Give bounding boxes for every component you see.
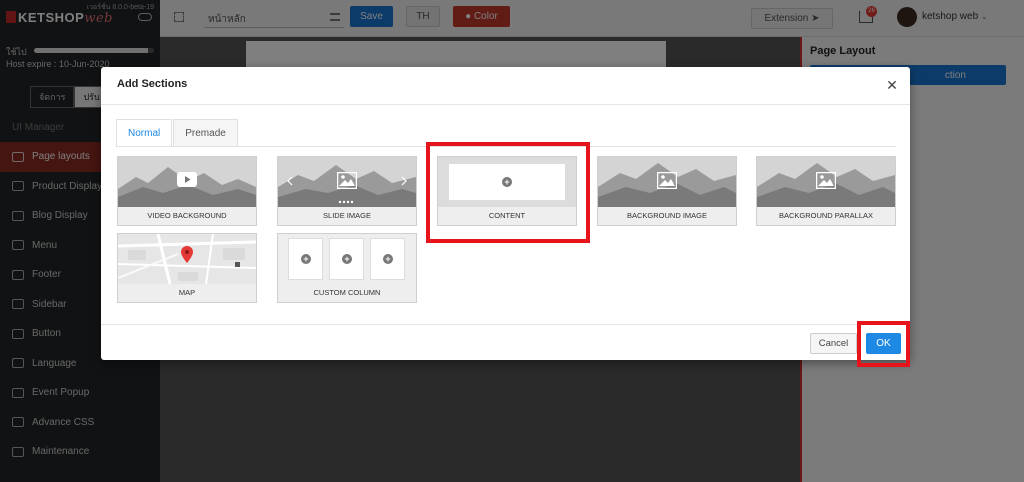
section-tile-label: SLIDE IMAGE: [323, 211, 371, 220]
map-pin-icon: [181, 246, 193, 263]
section-tile-video-background[interactable]: VIDEO BACKGROUND: [117, 156, 257, 226]
column-placeholder: +: [329, 238, 364, 280]
chevron-left-icon: [287, 176, 293, 186]
section-tile-background-parallax[interactable]: BACKGROUND PARALLAX: [756, 156, 896, 226]
close-icon[interactable]: ✕: [886, 78, 898, 92]
custom-column-thumbnail: + + +: [278, 234, 416, 284]
modal-title: Add Sections: [117, 78, 188, 90]
section-tabs: Normal Premade: [116, 119, 239, 147]
video-thumbnail: [118, 157, 256, 207]
content-placeholder: +: [448, 163, 566, 201]
column-placeholder: +: [288, 238, 323, 280]
ok-button[interactable]: OK: [866, 333, 901, 354]
modal-header: Add Sections ✕: [101, 67, 910, 105]
plus-icon: +: [342, 254, 352, 264]
background-parallax-thumbnail: [757, 157, 895, 207]
content-thumbnail: +: [438, 157, 576, 207]
tab-premade[interactable]: Premade: [173, 119, 238, 147]
section-tile-label: BACKGROUND PARALLAX: [778, 211, 874, 220]
section-tile-label: VIDEO BACKGROUND: [147, 211, 227, 220]
slide-thumbnail: [278, 157, 416, 207]
tabs-divider: [116, 146, 896, 147]
tab-normal[interactable]: Normal: [116, 119, 173, 147]
plus-icon: +: [502, 177, 512, 187]
section-tile-label: CONTENT: [488, 211, 526, 220]
image-icon: [657, 172, 677, 189]
section-tile-label: CUSTOM COLUMN: [313, 288, 381, 297]
column-placeholder: +: [370, 238, 405, 280]
section-tile-custom-column[interactable]: + + + CUSTOM COLUMN: [277, 233, 417, 303]
map-thumbnail: [118, 234, 256, 284]
plus-icon: +: [383, 254, 393, 264]
section-tile-map[interactable]: MAP: [117, 233, 257, 303]
cancel-button[interactable]: Cancel: [810, 333, 857, 354]
section-tile-label: BACKGROUND IMAGE: [626, 211, 707, 220]
plus-icon: +: [301, 254, 311, 264]
background-image-thumbnail: [598, 157, 736, 207]
add-sections-modal: Add Sections ✕ Normal Premade VIDEO BACK…: [101, 67, 910, 360]
modal-footer-divider: [101, 324, 910, 325]
section-tile-slide-image[interactable]: SLIDE IMAGE: [277, 156, 417, 226]
image-icon: [337, 172, 357, 189]
section-tile-content[interactable]: + CONTENT: [437, 156, 577, 226]
play-icon: [177, 172, 197, 187]
image-icon: [816, 172, 836, 189]
section-tile-background-image[interactable]: BACKGROUND IMAGE: [597, 156, 737, 226]
chevron-right-icon: [401, 176, 407, 186]
section-tile-label: MAP: [178, 288, 196, 297]
